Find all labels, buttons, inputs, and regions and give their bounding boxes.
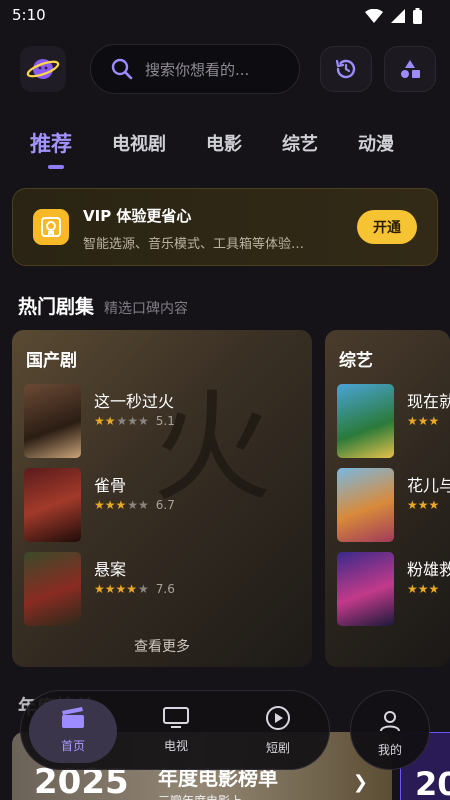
tab-variety[interactable]: 综艺 xyxy=(282,130,318,156)
variety-card[interactable]: 综艺 现在就 ★★★ 花儿与 ★★★ 粉雄救 ★★★ xyxy=(325,330,450,667)
status-icons xyxy=(365,8,422,24)
bottom-navigation: 首页 电视 短剧 xyxy=(20,690,330,770)
nav-label: 电视 xyxy=(163,739,188,753)
shapes-icon xyxy=(401,60,420,78)
star-rating: ★★★★ ★ 7.6 xyxy=(94,582,175,596)
nav-short-drama[interactable]: 短剧 xyxy=(243,705,313,756)
categories-button[interactable] xyxy=(384,46,436,92)
item-title: 雀骨 xyxy=(94,476,127,495)
item-title: 花儿与 xyxy=(407,476,450,495)
vip-badge-icon xyxy=(33,209,69,245)
nav-label: 首页 xyxy=(60,739,85,753)
star-rating: ★★★ xyxy=(407,498,440,512)
vip-open-button[interactable]: 开通 xyxy=(357,210,417,244)
user-icon xyxy=(380,711,400,732)
list-item[interactable]: 雀骨 ★★★ ★★ 6.7 xyxy=(24,468,304,542)
poster-image xyxy=(24,384,81,458)
section-subtitle: 精选口碑内容 xyxy=(104,301,189,317)
list-item[interactable]: 悬案 ★★★★ ★ 7.6 xyxy=(24,552,304,626)
search-bar[interactable]: 搜索你想看的... xyxy=(90,44,300,94)
planet-logo-icon xyxy=(26,59,60,79)
tab-anime[interactable]: 动漫 xyxy=(358,130,394,156)
view-more-link[interactable]: 查看更多 xyxy=(12,636,312,656)
vip-subtitle: 智能选源、音乐模式、工具箱等体验… xyxy=(83,237,305,252)
star-rating: ★★★ xyxy=(407,414,440,428)
app-logo[interactable] xyxy=(20,46,66,92)
banner-year: 20 xyxy=(415,765,450,800)
play-circle-icon xyxy=(266,706,290,730)
clapperboard-icon xyxy=(62,707,84,728)
domestic-drama-card[interactable]: 火 国产剧 这一秒过火 ★★ ★★★ 5.1 雀骨 ★★★ ★★ 6.7 悬案 ★★… xyxy=(12,330,312,667)
top-bar: 搜索你想看的... xyxy=(0,44,450,98)
item-title: 这一秒过火 xyxy=(94,392,175,411)
poster-image xyxy=(337,384,394,458)
signal-icon xyxy=(391,9,405,23)
poster-image xyxy=(337,468,394,542)
star-rating: ★★★ ★★ 6.7 xyxy=(94,498,175,512)
card-category: 综艺 xyxy=(339,351,373,371)
nav-label: 我的 xyxy=(377,743,402,757)
rating-value: 5.1 xyxy=(155,414,175,428)
list-item[interactable]: 现在就 ★★★ xyxy=(337,384,450,458)
search-placeholder: 搜索你想看的... xyxy=(145,60,250,79)
hot-series-header: 热门剧集 精选口碑内容 xyxy=(18,292,188,319)
nav-tv[interactable]: 电视 xyxy=(141,705,211,754)
list-item[interactable]: 花儿与 ★★★ xyxy=(337,468,450,542)
star-rating: ★★★ xyxy=(407,582,440,596)
list-item[interactable]: 粉雄救 ★★★ xyxy=(337,552,450,626)
section-title: 热门剧集 xyxy=(18,296,95,318)
item-title: 悬案 xyxy=(94,560,127,579)
category-tabs: 推荐 电视剧 电影 综艺 动漫 xyxy=(30,128,394,158)
history-button[interactable] xyxy=(320,46,372,92)
search-icon xyxy=(111,58,133,80)
banner-subtitle: 三瓣年度电影上 xyxy=(158,792,242,800)
nav-home[interactable]: 首页 xyxy=(38,705,108,754)
vip-title: VIP 体验更省心 xyxy=(83,207,192,225)
item-title: 现在就 xyxy=(407,392,450,411)
history-icon xyxy=(335,59,356,79)
star-rating: ★★ ★★★ 5.1 xyxy=(94,414,175,428)
list-item[interactable]: 这一秒过火 ★★ ★★★ 5.1 xyxy=(24,384,304,458)
poster-image xyxy=(337,552,394,626)
battery-icon xyxy=(413,8,422,24)
nav-label: 短剧 xyxy=(265,741,290,755)
chevron-right-icon: ❯ xyxy=(352,772,368,793)
item-title: 粉雄救 xyxy=(407,560,450,579)
nav-me[interactable]: 我的 xyxy=(350,690,430,770)
tv-icon xyxy=(163,707,189,728)
vip-banner[interactable]: VIP 体验更省心 智能选源、音乐模式、工具箱等体验… 开通 xyxy=(12,188,438,266)
tab-recommend[interactable]: 推荐 xyxy=(30,128,72,158)
poster-image xyxy=(24,552,81,626)
wifi-icon xyxy=(365,9,383,23)
poster-image xyxy=(24,468,81,542)
active-tab-indicator xyxy=(48,165,64,169)
status-bar: 5:10 xyxy=(0,0,450,32)
rating-value: 7.6 xyxy=(155,582,175,596)
tab-tv-series[interactable]: 电视剧 xyxy=(112,130,166,156)
tab-movies[interactable]: 电影 xyxy=(206,130,242,156)
rating-value: 6.7 xyxy=(155,498,175,512)
status-time: 5:10 xyxy=(12,6,46,24)
card-category: 国产剧 xyxy=(26,351,77,371)
